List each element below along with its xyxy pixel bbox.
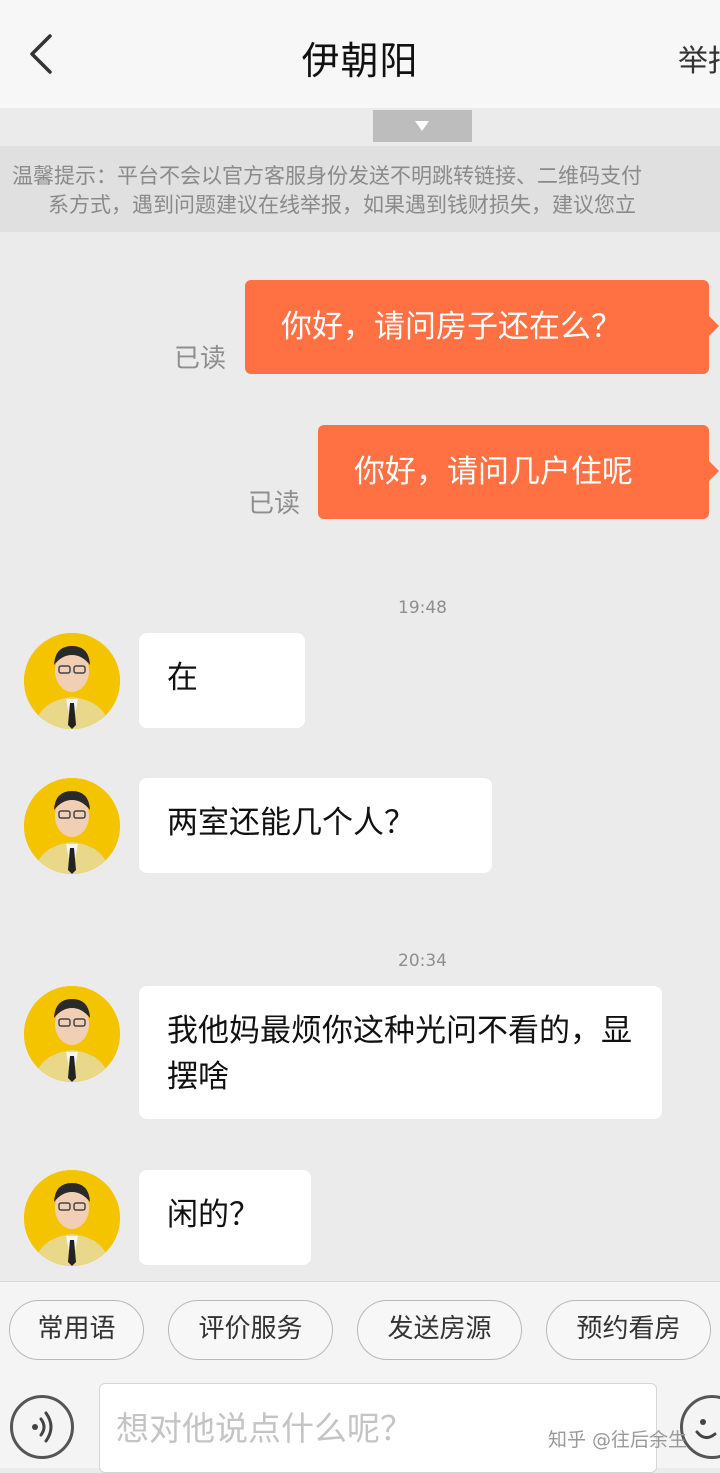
notice-line-1: 温馨提示：平台不会以官方客服身份发送不明跳转链接、二维码支付: [12, 164, 642, 188]
incoming-message[interactable]: 我他妈最烦你这种光问不看的，显摆啥: [139, 986, 662, 1119]
report-button[interactable]: 举报: [678, 36, 720, 80]
notice-line-2: 系方式，遇到问题建议在线举报，如果遇到钱财损失，建议您立: [48, 193, 636, 217]
message-text: 在: [167, 660, 198, 696]
avatar[interactable]: [24, 778, 120, 874]
message-text: 你好，请问房子还在么？: [281, 309, 622, 345]
timestamp: 19:48: [398, 598, 447, 618]
person-avatar-icon: [24, 778, 120, 874]
avatar[interactable]: [24, 633, 120, 729]
collapse-notice-toggle[interactable]: [373, 110, 472, 142]
message-input[interactable]: [114, 1402, 538, 1454]
quick-reply-rate-service[interactable]: 评价服务: [168, 1300, 333, 1360]
avatar[interactable]: [24, 1170, 120, 1266]
watermark: 知乎 @往后余生: [548, 1429, 688, 1451]
message-text: 两室还能几个人？: [167, 805, 415, 841]
incoming-message[interactable]: 闲的？: [139, 1170, 311, 1265]
outgoing-message[interactable]: 你好，请问几户住呢: [318, 425, 719, 519]
incoming-message[interactable]: 在: [139, 633, 305, 728]
page-title: 伊朝阳: [301, 39, 419, 83]
triangle-down-icon: [415, 121, 429, 131]
message-text: 我他妈最烦你这种光问不看的，显摆啥: [167, 1013, 632, 1095]
safety-notice: 温馨提示：平台不会以官方客服身份发送不明跳转链接、二维码支付 系方式，遇到问题建…: [0, 146, 720, 232]
quick-reply-book-viewing[interactable]: 预约看房: [546, 1300, 711, 1360]
person-avatar-icon: [24, 986, 120, 1082]
read-status: 已读: [174, 344, 227, 374]
person-avatar-icon: [24, 633, 120, 729]
incoming-message[interactable]: 两室还能几个人？: [139, 778, 492, 873]
bubble-tail: [709, 461, 719, 481]
message-text: 闲的？: [167, 1197, 260, 1233]
person-avatar-icon: [24, 1170, 120, 1266]
timestamp: 20:34: [398, 951, 447, 971]
read-status: 已读: [248, 489, 301, 519]
quick-reply-common-phrases[interactable]: 常用语: [9, 1300, 144, 1360]
bubble-tail: [709, 316, 719, 336]
voice-icon: [32, 1411, 53, 1443]
nav-header: 伊朝阳 举报: [0, 0, 720, 108]
quick-reply-send-listing[interactable]: 发送房源: [357, 1300, 522, 1360]
message-text: 你好，请问几户住呢: [354, 454, 633, 490]
avatar[interactable]: [24, 986, 120, 1082]
voice-input-button[interactable]: [10, 1395, 74, 1459]
emoji-icon: [695, 1419, 717, 1439]
outgoing-message[interactable]: 你好，请问房子还在么？: [245, 280, 719, 374]
